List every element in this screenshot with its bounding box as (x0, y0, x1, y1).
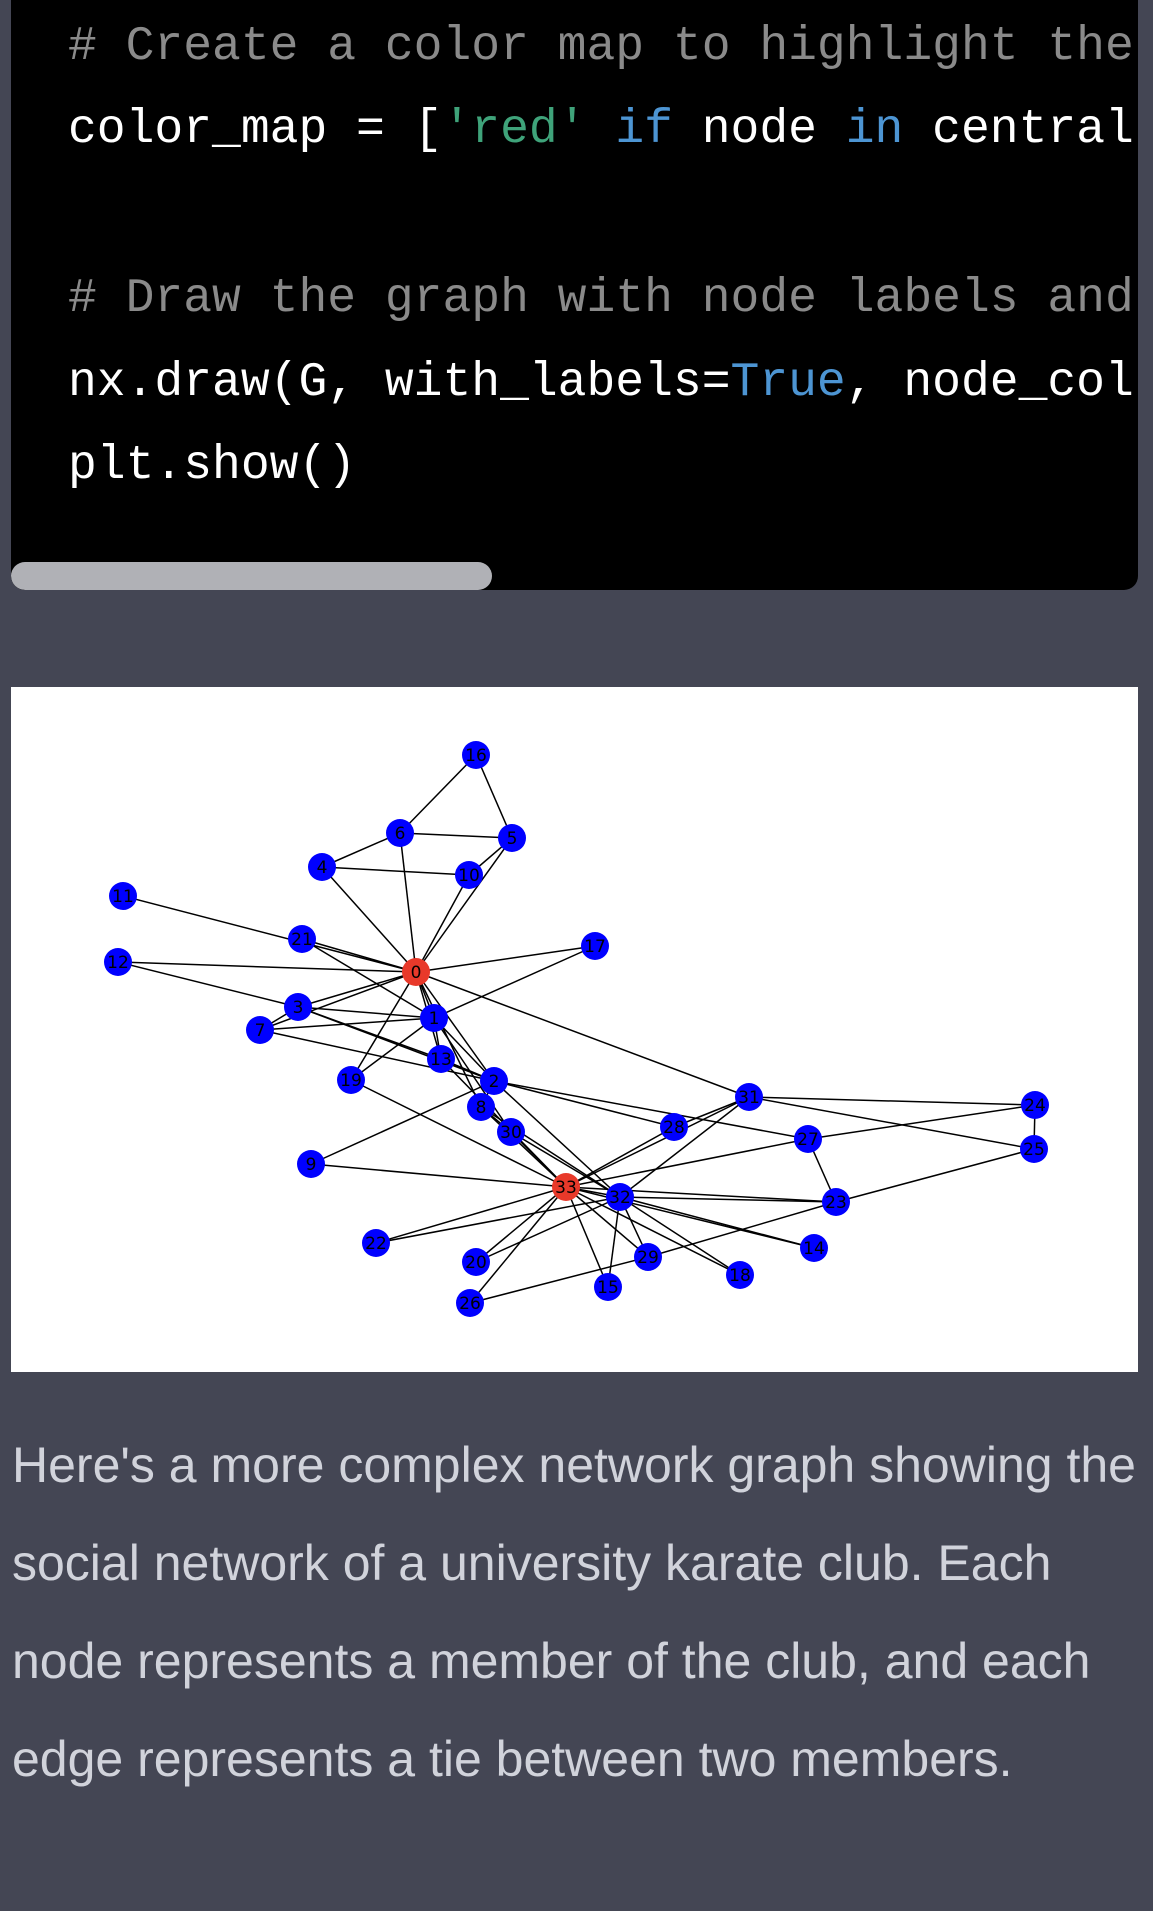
graph-node-label: 14 (803, 1239, 825, 1259)
graph-node-label: 12 (107, 953, 129, 973)
graph-edge-5-6 (399, 832, 513, 839)
graph-edge-1-17 (433, 945, 596, 1019)
graph-edge-24-31 (748, 1096, 1036, 1106)
code-line: plt.show() (68, 436, 356, 496)
graph-edge-0-31 (415, 971, 750, 1098)
graph-node-label: 24 (1024, 1096, 1046, 1116)
graph-node-label: 22 (365, 1234, 387, 1254)
graph-edge-0-10 (415, 874, 470, 973)
graph-edge-25-31 (748, 1096, 1035, 1150)
graph-edge-3-12 (117, 961, 299, 1008)
code-token-plain: node (672, 103, 846, 157)
code-line: nx.draw(G, with_labels=True, node_col (68, 353, 1134, 413)
code-line: # Create a color map to highlight the (68, 17, 1134, 77)
graph-node-label: 13 (430, 1050, 452, 1070)
graph-node-label: 2 (489, 1072, 500, 1092)
graph-node-label: 23 (825, 1193, 847, 1213)
graph-edge-14-33 (565, 1186, 815, 1249)
graph-node-label: 1 (429, 1009, 440, 1029)
graph-node-label: 17 (584, 937, 606, 957)
code-token-comment: # Draw the graph with node labels and (68, 272, 1134, 326)
code-block: # Create a color map to highlight the col… (11, 0, 1138, 590)
graph-edge-23-25 (835, 1148, 1035, 1203)
graph-node-label: 7 (255, 1021, 266, 1041)
graph-node-label: 21 (291, 930, 313, 950)
graph-edge-0-5 (415, 837, 513, 973)
graph-node-label: 30 (500, 1123, 522, 1143)
network-graph-image: 0 1 2 3 4 5 6 7 8 9 10 11 12 13 14 15 16 17 18 19 20 21 22 23 24… (11, 687, 1138, 1372)
code-line: color_map = ['red' if node in central (68, 100, 1134, 160)
graph-node-label: 3 (293, 998, 304, 1018)
graph-node-label: 10 (458, 866, 480, 886)
code-line: # Draw the graph with node labels and (68, 269, 1134, 329)
graph-edge-1-19 (350, 1017, 435, 1081)
graph-node-label: 11 (112, 887, 134, 907)
graph-edge-0-21 (301, 938, 417, 973)
graph-node-label: 9 (306, 1155, 317, 1175)
code-token-string: 'red' (442, 103, 587, 157)
code-token-plain: color_map = [ (68, 103, 443, 157)
graph-edge-2-28 (493, 1080, 675, 1128)
graph-edge-28-33 (565, 1126, 675, 1188)
graph-edge-26-33 (469, 1186, 567, 1304)
code-token-plain: plt.show() (68, 439, 357, 493)
graph-edge-20-33 (475, 1186, 567, 1263)
graph-edge-0-12 (117, 961, 417, 973)
code-token-plain: nx.draw(G, with_labels= (68, 356, 731, 410)
graph-edge-4-10 (321, 866, 470, 876)
graph-node-label: 29 (637, 1248, 659, 1268)
graph-edge-2-9 (310, 1080, 495, 1165)
graph-node-label: 0 (411, 963, 422, 983)
graph-edge-22-32 (375, 1196, 621, 1244)
graph-node-label: 8 (476, 1098, 487, 1118)
graph-node-label: 32 (609, 1188, 631, 1208)
assistant-message: Here's a more complex network graph show… (12, 1437, 1136, 1787)
graph-edge-27-33 (565, 1138, 809, 1188)
graph-edge-26-29 (469, 1256, 649, 1304)
graph-edge-24-27 (807, 1104, 1036, 1140)
graph-edge-1-3 (297, 1006, 435, 1019)
graph-node-label: 19 (340, 1071, 362, 1091)
graph-node-label: 26 (459, 1294, 481, 1314)
code-token-plain: , node_col (845, 356, 1134, 410)
graph-node-label: 20 (465, 1253, 487, 1273)
graph-node-label: 33 (555, 1178, 577, 1198)
code-token-comment: # Create a color map to highlight the (68, 20, 1134, 74)
graph-node-label: 31 (738, 1088, 760, 1108)
graph-node-label: 25 (1023, 1140, 1045, 1160)
graph-edge-6-16 (399, 754, 477, 834)
graph-node-label: 4 (317, 858, 328, 878)
graph-edge-0-4 (321, 866, 417, 973)
graph-edge-3-13 (297, 1006, 442, 1060)
graph-edge-0-6 (399, 832, 417, 973)
code-token-keyword: in (845, 103, 904, 157)
graph-node-label: 18 (729, 1266, 751, 1286)
graph-node-label: 28 (663, 1118, 685, 1138)
graph-node-label: 15 (597, 1278, 619, 1298)
graph-node-label: 6 (395, 824, 406, 844)
graph-edge-0-17 (415, 945, 596, 973)
network-graph: 0123456789101112131415161718192021222324… (104, 741, 1049, 1317)
code-token-keyword: if (615, 103, 673, 157)
graph-node-label: 16 (465, 746, 487, 766)
graph-node-label: 5 (507, 829, 518, 849)
graph-edge-0-11 (122, 895, 417, 973)
code-token-plain: central (903, 103, 1134, 157)
code-token-keyword: True (730, 356, 846, 410)
horizontal-scrollbar[interactable] (11, 562, 492, 590)
graph-node-label: 27 (797, 1130, 819, 1150)
